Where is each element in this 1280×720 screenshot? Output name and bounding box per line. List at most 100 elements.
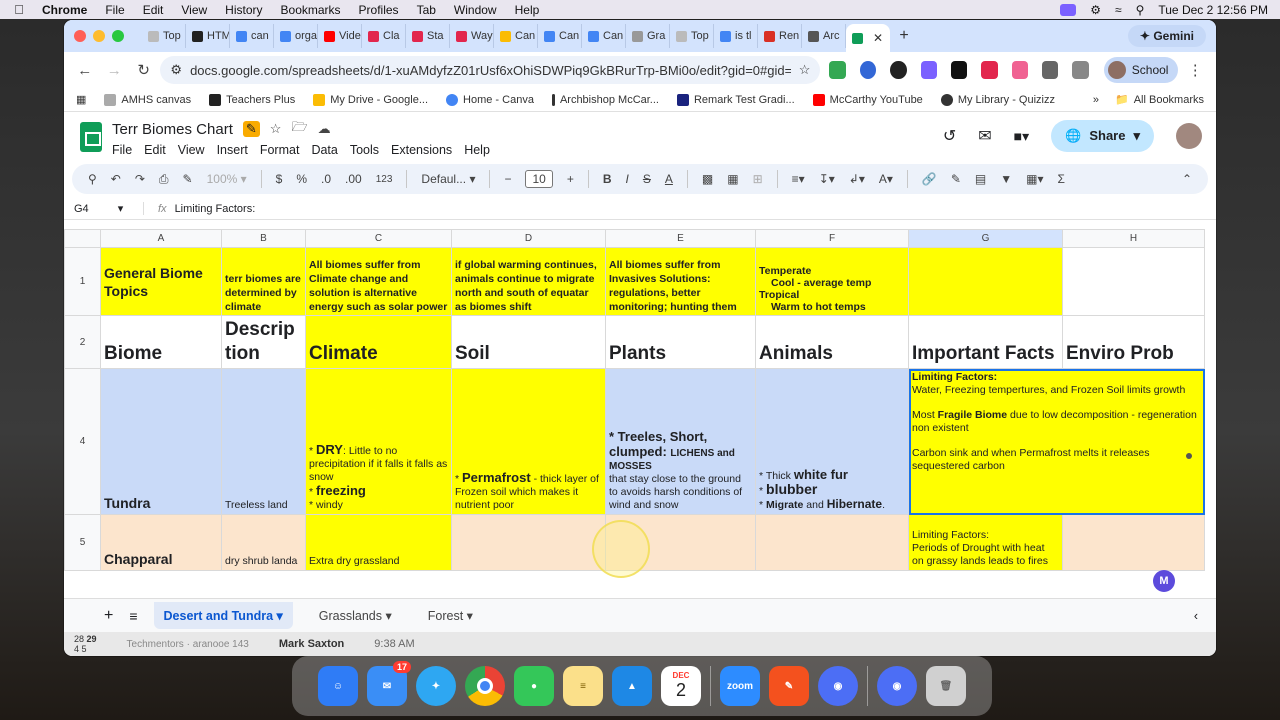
cell-f1[interactable]: Temperate Cool - average temp Tropical W… [755, 247, 909, 316]
row-header[interactable]: 4 [64, 368, 101, 515]
extension-icon[interactable] [920, 61, 937, 79]
share-button[interactable]: 🌐 Share ▾ [1051, 120, 1154, 152]
font-size-decrease-button[interactable]: − [504, 172, 511, 186]
menu-bookmarks[interactable]: Bookmarks [272, 3, 350, 17]
text-rotation-icon[interactable]: A▾ [879, 172, 893, 186]
vertical-align-icon[interactable]: ↧▾ [819, 172, 835, 186]
increase-decimal-button[interactable]: .00 [345, 172, 362, 186]
merge-cells-icon[interactable]: ⊞ [753, 172, 763, 186]
column-header[interactable]: D [451, 229, 606, 248]
menu-app-name[interactable]: Chrome [38, 3, 96, 17]
italic-icon[interactable]: I [626, 172, 629, 186]
undo-icon[interactable]: ↶ [111, 172, 121, 186]
menu-view[interactable]: View [172, 3, 216, 17]
cell-d1[interactable]: if global warming continues, animals con… [451, 247, 606, 316]
notes-icon[interactable]: ≡ [563, 666, 603, 706]
messages-icon[interactable]: ● [514, 666, 554, 706]
cell-a5[interactable]: Chapparal [100, 514, 222, 571]
zoom-select[interactable]: 100% ▾ [207, 172, 247, 186]
filter-icon[interactable]: ▼ [1000, 172, 1012, 186]
cell-b2[interactable]: Descrip tion [221, 315, 306, 369]
cell-a2[interactable]: Biome [100, 315, 222, 369]
history-icon[interactable]: ↺ [943, 126, 956, 146]
browser-tab[interactable]: Gra [626, 24, 670, 48]
cell-d5[interactable] [451, 514, 606, 571]
cell-h5[interactable] [1062, 514, 1205, 571]
cell-c2[interactable]: Climate [305, 315, 452, 369]
apple-icon[interactable]:  [0, 2, 38, 17]
menu-help[interactable]: Help [506, 3, 549, 17]
bookmark-item[interactable]: McCarthy YouTube [812, 93, 923, 106]
calendar-icon[interactable]: DEC 2 [661, 666, 701, 706]
bookmark-star-icon[interactable]: ☆ [799, 62, 811, 78]
sheet-tab-active[interactable]: Desert and Tundra ▾ [153, 602, 293, 629]
doc-title[interactable]: Terr Biomes Chart [112, 121, 233, 138]
cell-a4[interactable]: Tundra [100, 368, 222, 515]
text-wrap-icon[interactable]: ↲▾ [849, 172, 865, 186]
paint-format-icon[interactable]: ✎ [183, 172, 193, 186]
screen-record-icon[interactable] [1060, 3, 1077, 16]
site-info-icon[interactable]: ⚙ [170, 62, 182, 78]
filter-views-icon[interactable]: ▦▾ [1026, 172, 1043, 186]
more-formats-button[interactable]: 123 [376, 174, 393, 185]
borders-icon[interactable]: ▦ [727, 172, 738, 186]
address-bar[interactable]: ⚙ docs.google.com/spreadsheets/d/1-xuAMd… [160, 56, 821, 84]
reload-button[interactable]: ↻ [131, 61, 156, 79]
browser-tab[interactable]: Cla [362, 24, 406, 48]
strikethrough-icon[interactable]: S [643, 172, 651, 186]
screen-recorder-icon[interactable]: ◉ [877, 666, 917, 706]
gemini-button[interactable]: ✦ Gemini [1127, 25, 1206, 47]
column-header-selected[interactable]: G [908, 229, 1063, 248]
cloud-status-icon[interactable]: ☁ [318, 121, 331, 137]
cell-d4[interactable]: * Permafrost - thick layer of Frozen soi… [451, 368, 606, 515]
text-color-icon[interactable]: A [665, 172, 673, 186]
insert-comment-icon[interactable]: ✎ [951, 172, 961, 186]
sheets-menu-edit[interactable]: Edit [144, 143, 166, 157]
browser-tab[interactable]: Can [494, 24, 538, 48]
browser-tab[interactable]: Sta [406, 24, 450, 48]
browser-tab[interactable]: orga [274, 24, 318, 48]
bookmark-item[interactable]: My Library - Quizizz [940, 93, 1055, 106]
move-folder-icon[interactable]: 🗁 [291, 118, 307, 140]
sheet-tab[interactable]: Grasslands ▾ [309, 602, 402, 629]
row-header[interactable]: 2 [64, 315, 101, 369]
cell-f5[interactable] [755, 514, 909, 571]
minimize-window-button[interactable] [93, 30, 105, 42]
column-header[interactable]: C [305, 229, 452, 248]
cell-e1[interactable]: All biomes suffer from Invasives Solutio… [605, 247, 756, 316]
column-header[interactable]: E [605, 229, 756, 248]
browser-tab-active[interactable]: ✕ [846, 24, 890, 52]
star-icon[interactable]: ☆ [270, 121, 282, 137]
cell-g5[interactable]: Limiting Factors: Periods of Drought wit… [908, 514, 1063, 571]
zoom-window-button[interactable] [112, 30, 124, 42]
cell-f4[interactable]: * Thick white fur * blubber * Migrate an… [755, 368, 909, 515]
print-icon[interactable]: ⎙ [159, 172, 169, 187]
menu-file[interactable]: File [96, 3, 133, 17]
comments-icon[interactable]: ✉ [978, 126, 991, 146]
wifi-icon[interactable]: ≈ [1115, 3, 1122, 17]
gear-icon[interactable]: ⚙ [1090, 3, 1101, 17]
browser-tab[interactable]: Top [142, 24, 186, 48]
menu-edit[interactable]: Edit [134, 3, 173, 17]
bookmark-item[interactable]: Teachers Plus [209, 93, 295, 106]
column-header[interactable]: F [755, 229, 909, 248]
menu-tab[interactable]: Tab [408, 3, 445, 17]
insert-link-icon[interactable]: 🔗 [922, 172, 937, 186]
zoom-icon[interactable]: zoom [720, 666, 760, 706]
column-header[interactable]: B [221, 229, 306, 248]
apps-grid-icon[interactable]: ▦ [76, 93, 86, 106]
row-header[interactable]: 5 [64, 514, 101, 571]
all-sheets-menu-icon[interactable]: ≡ [129, 608, 137, 624]
browser-tab[interactable]: HTM [186, 24, 230, 48]
chevron-down-icon[interactable]: ▾ [1133, 128, 1140, 144]
row-header[interactable]: 1 [64, 247, 101, 316]
cell-a1[interactable]: General Biome Topics [100, 247, 222, 316]
forward-button[interactable]: → [101, 62, 126, 79]
extension-icon[interactable] [859, 61, 877, 79]
bookmark-item[interactable]: My Drive - Google... [313, 93, 428, 106]
sheets-menu-data[interactable]: Data [311, 143, 337, 157]
sheets-menu-file[interactable]: File [112, 143, 132, 157]
font-size-increase-button[interactable]: + [567, 172, 574, 186]
bookmark-item[interactable]: Archbishop McCar... [551, 93, 659, 106]
safari-icon[interactable]: ✦ [416, 666, 456, 706]
